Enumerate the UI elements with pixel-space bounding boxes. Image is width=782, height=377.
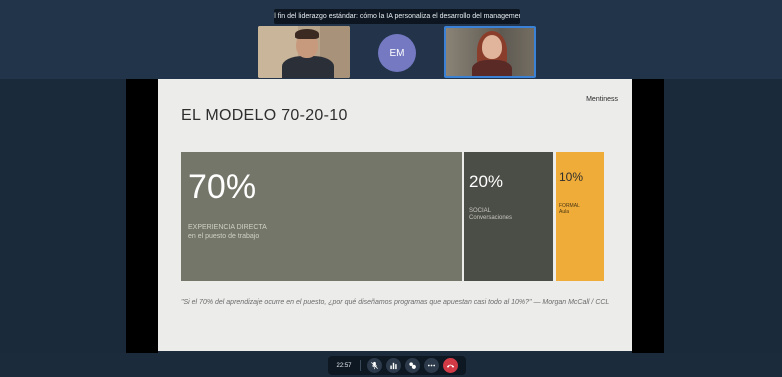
block-70: 70% EXPERIENCIA DIRECTA en el puesto de …: [181, 152, 462, 281]
participant-tile-3[interactable]: [444, 26, 536, 78]
reactions-icon: [409, 362, 416, 369]
participant-head: [482, 35, 502, 59]
slide-brand: Mentiness: [586, 96, 618, 103]
block-detail: en el puesto de trabajo: [188, 233, 260, 240]
hang-up-icon: [446, 364, 455, 368]
stage-background: [664, 79, 782, 353]
participant-body: [282, 56, 334, 78]
block-label: SOCIAL Conversaciones: [469, 208, 512, 222]
letterbox: [126, 79, 158, 353]
meeting-title: El fin del liderazgo estándar: cómo la I…: [274, 9, 520, 24]
block-percent: 70%: [188, 168, 257, 206]
stats-icon: [390, 362, 397, 370]
letterbox: [632, 79, 664, 353]
reactions-button[interactable]: [405, 358, 420, 373]
block-category: EXPERIENCIA DIRECTA: [188, 224, 267, 231]
more-icon: [427, 364, 436, 367]
slide-quote: "Si el 70% del aprendizaje ocurre en el …: [181, 299, 610, 306]
block-10: 10% FORMAL Aula: [556, 152, 604, 281]
call-controls: 22:57: [328, 356, 466, 375]
stage-background: [0, 79, 126, 353]
more-button[interactable]: [424, 358, 439, 373]
participant-tile-2[interactable]: EM: [352, 26, 442, 78]
participant-hair: [295, 29, 319, 39]
mic-off-icon: [371, 361, 378, 370]
block-detail: Conversaciones: [469, 215, 513, 221]
participant-body: [472, 60, 512, 76]
participants-strip: El fin del liderazgo estándar: cómo la I…: [0, 0, 782, 79]
meeting-app: El fin del liderazgo estándar: cómo la I…: [0, 0, 782, 377]
avatar: EM: [378, 34, 416, 72]
block-label: FORMAL Aula: [559, 203, 580, 215]
divider: [360, 360, 361, 371]
block-percent: 20%: [469, 172, 504, 191]
slide-title: EL MODELO 70-20-10: [181, 107, 348, 124]
block-20: 20% SOCIAL Conversaciones: [464, 152, 553, 281]
hang-up-button[interactable]: [443, 358, 458, 373]
block-percent: 10%: [559, 170, 584, 184]
block-label: EXPERIENCIA DIRECTA en el puesto de trab…: [188, 223, 267, 241]
shared-slide: Mentiness EL MODELO 70-20-10 70% EXPERIE…: [158, 79, 632, 351]
participant-tile-1[interactable]: [258, 26, 350, 78]
stats-button[interactable]: [386, 358, 401, 373]
block-detail: Aula: [559, 209, 570, 215]
call-timer: 22:57: [336, 362, 352, 369]
block-category: SOCIAL: [469, 208, 492, 214]
mic-button[interactable]: [367, 358, 382, 373]
